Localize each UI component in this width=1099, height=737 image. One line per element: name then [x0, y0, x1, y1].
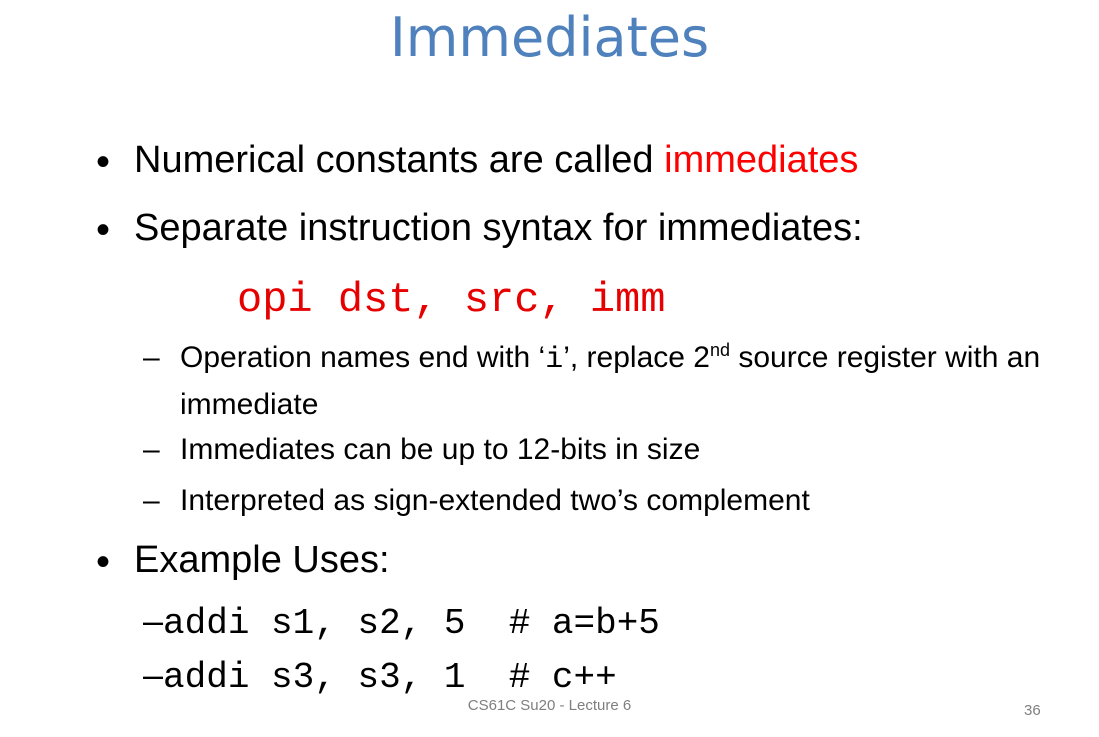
dash-marker: – [143, 341, 160, 374]
code-line-2-text: addi s3, s3, 1 # c++ [163, 657, 617, 698]
bullet-dot: • [96, 540, 111, 584]
syntax-template: opi dst, src, imm [237, 276, 666, 324]
code-line-2: –addi s3, s3, 1 # c++ [143, 654, 617, 698]
bullet-2-text: Separate instruction syntax for immediat… [134, 207, 863, 249]
sub-1-mid: ’, replace 2 [563, 341, 710, 374]
footer-text: CS61C Su20 - Lecture 6 [467, 697, 632, 714]
dash-marker: – [143, 654, 164, 695]
sub-2-text: Immediates can be up to 12-bits in size [180, 433, 701, 466]
sub-1-sup: nd [709, 340, 730, 360]
code-line-1: –addi s1, s2, 5 # a=b+5 [143, 600, 660, 644]
page-number: 36 [1024, 702, 1041, 719]
code-line-1-text: addi s1, s2, 5 # a=b+5 [163, 603, 660, 644]
slide-title: Immediates [389, 6, 710, 69]
bullet-1-text: Numerical constants are called [134, 139, 665, 181]
sub-3-text: Interpreted as sign-extended two’s compl… [180, 484, 810, 517]
slide: Immediates • Numerical constants are cal… [0, 0, 1099, 737]
bullet-dot: • [96, 140, 111, 184]
dash-marker: – [143, 433, 160, 466]
example-heading: Example Uses: [134, 539, 390, 581]
sub-1-pre: Operation names end with ‘ [180, 341, 546, 374]
dash-marker: – [143, 600, 164, 641]
bullet-dot: • [96, 208, 111, 252]
sub-1-mono: i [545, 343, 564, 377]
dash-marker: – [143, 484, 160, 517]
immediates-highlight: immediates [664, 139, 859, 181]
